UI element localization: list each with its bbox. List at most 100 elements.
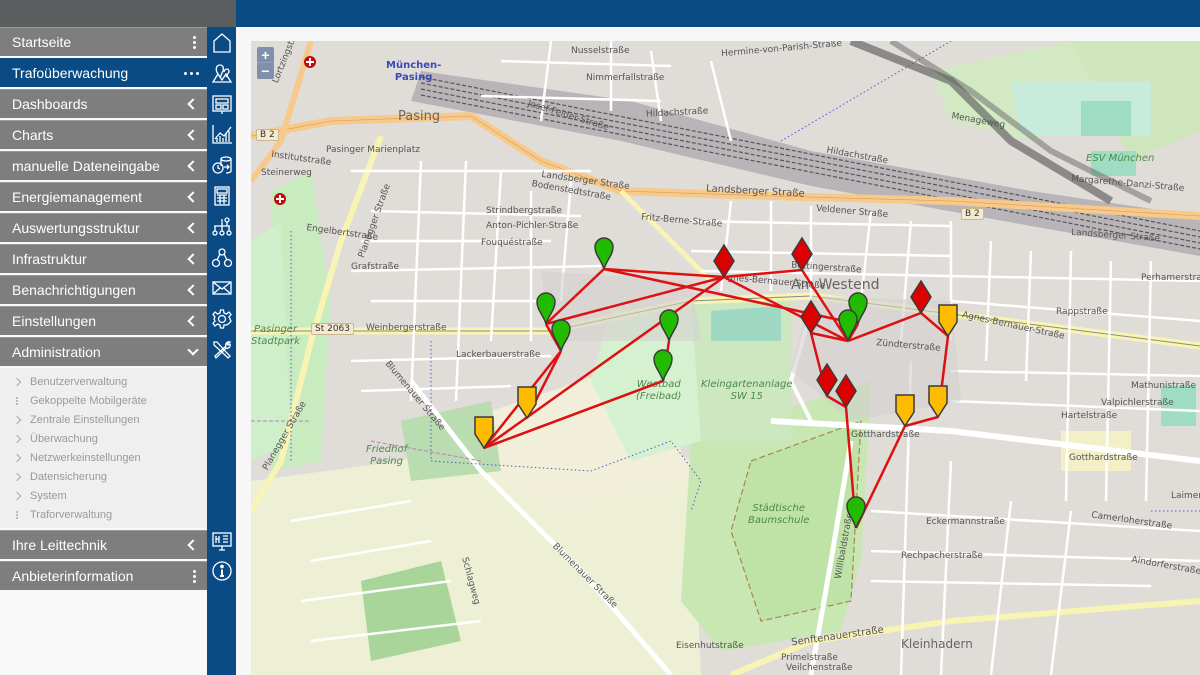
transformer-marker-alarm[interactable] — [713, 243, 735, 279]
submenu-item-label: Gekoppelte Mobilgeräte — [30, 394, 147, 407]
sidebar-item-label: Auswertungsstruktur — [12, 220, 140, 236]
feeder-line — [483, 275, 725, 450]
home-icon[interactable] — [209, 30, 234, 55]
warning-shield-icon[interactable] — [895, 394, 915, 428]
submenu-item-system[interactable]: System — [0, 486, 207, 505]
chevron-right-icon — [12, 472, 30, 481]
chevron-left-icon — [187, 121, 199, 149]
network-icon[interactable] — [209, 245, 234, 270]
sidebar-item-administration[interactable]: Administration — [0, 337, 207, 366]
map-pin-icon[interactable] — [551, 319, 571, 352]
transformer-marker-alarm[interactable] — [910, 279, 932, 315]
transformer-marker-ok[interactable] — [653, 349, 673, 382]
administration-submenu: Benutzerverwaltung Gekoppelte Mobilgerät… — [0, 368, 207, 528]
sidebar-item-einstellungen[interactable]: Einstellungen — [0, 306, 207, 335]
chevron-left-icon — [187, 214, 199, 242]
submenu-item-datensicherung[interactable]: Datensicherung — [0, 467, 207, 486]
chevron-right-icon — [12, 434, 30, 443]
sidebar-item-dashboards[interactable]: Dashboards — [0, 89, 207, 118]
sidebar-item-label: Administration — [12, 344, 101, 360]
sidebar-item-auswertungsstruktur[interactable]: Auswertungsstruktur — [0, 213, 207, 242]
dashboard-icon[interactable] — [209, 91, 234, 116]
submenu-item-label: Zentrale Einstellungen — [30, 413, 140, 426]
submenu-item-zentrale-einstellungen[interactable]: Zentrale Einstellungen — [0, 410, 207, 429]
chevron-left-icon — [187, 90, 199, 118]
network-overlay — [474, 236, 958, 529]
feeder-line — [545, 275, 725, 326]
feeder-line — [723, 268, 803, 279]
chevron-down-icon — [187, 338, 199, 366]
sidebar-item-label: manuelle Dateneingabe — [12, 158, 160, 174]
chevron-right-icon — [12, 453, 30, 462]
map-pin-icon[interactable] — [846, 496, 866, 529]
calculator-icon[interactable] — [209, 183, 234, 208]
sidebar-item-anbieterinformation[interactable]: Anbieterinformation — [0, 561, 207, 590]
sidebar-item-label: Dashboards — [12, 96, 88, 112]
sidebar-item-infrastruktur[interactable]: Infrastruktur — [0, 244, 207, 273]
sidebar-item-label: Trafoüberwachung — [12, 65, 129, 81]
map-icon[interactable] — [209, 60, 234, 85]
warning-shield-icon[interactable] — [928, 385, 948, 419]
sidebar-item-label: Einstellungen — [12, 313, 97, 329]
chevron-right-icon — [12, 377, 30, 386]
topbar-left — [0, 0, 207, 27]
alarm-diamond-icon[interactable] — [791, 236, 813, 272]
kebab-icon[interactable] — [193, 562, 199, 590]
sidebar-item-label: Benachrichtigungen — [12, 282, 136, 298]
sidebar-item-label: Infrastruktur — [12, 251, 87, 267]
hierarchy-icon[interactable] — [209, 214, 234, 239]
transformer-marker-alarm[interactable] — [800, 299, 822, 335]
sidebar-item-label: Ihre Leittechnik — [12, 537, 107, 553]
transformer-marker-warning[interactable] — [895, 394, 915, 428]
kebab-icon[interactable] — [193, 28, 199, 56]
transformer-marker-ok[interactable] — [594, 237, 614, 270]
submenu-item-label: Traforverwaltung — [30, 508, 113, 521]
data-entry-icon[interactable] — [209, 152, 234, 177]
submenu-item-benutzerverwaltung[interactable]: Benutzerverwaltung — [0, 372, 207, 391]
more-horizontal-icon[interactable] — [184, 59, 199, 87]
gear-icon[interactable] — [209, 306, 234, 331]
chevron-left-icon — [187, 245, 199, 273]
sidebar-item-charts[interactable]: Charts — [0, 120, 207, 149]
map-view[interactable]: + − München- Pasing Pasing Am Westend Kl… — [251, 41, 1200, 675]
transformer-marker-ok[interactable] — [659, 309, 679, 342]
submenu-item-gekoppelte-mobilgeraete[interactable]: Gekoppelte Mobilgeräte — [0, 391, 207, 410]
feeder-line — [723, 275, 849, 343]
chevron-left-icon — [187, 183, 199, 211]
map-pin-icon[interactable] — [659, 309, 679, 342]
transformer-marker-ok[interactable] — [551, 319, 571, 352]
submenu-item-label: Datensicherung — [30, 470, 108, 483]
chart-icon[interactable] — [209, 121, 234, 146]
sidebar-item-manuelle-dateneingabe[interactable]: manuelle Dateneingabe — [0, 151, 207, 180]
app-header — [236, 0, 1200, 27]
sidebar-item-trafoueberwachung[interactable]: Trafoüberwachung — [0, 58, 207, 87]
zoom-in-button[interactable]: + — [257, 47, 274, 63]
mail-icon[interactable] — [209, 275, 234, 300]
topbar-strip — [207, 0, 236, 27]
sidebar: Startseite Trafoüberwachung Dashboards C… — [0, 27, 207, 675]
sidebar-item-ihre-leittechnik[interactable]: Ihre Leittechnik — [0, 530, 207, 559]
control-system-icon[interactable] — [209, 528, 234, 553]
map-pin-icon[interactable] — [594, 237, 614, 270]
map-pin-icon[interactable] — [653, 349, 673, 382]
submenu-item-netzwerkeinstellungen[interactable]: Netzwerkeinstellungen — [0, 448, 207, 467]
sidebar-item-benachrichtigungen[interactable]: Benachrichtigungen — [0, 275, 207, 304]
submenu-item-traforverwaltung[interactable]: Traforverwaltung — [0, 505, 207, 524]
chevron-right-icon — [12, 491, 30, 500]
transformer-marker-ok[interactable] — [846, 496, 866, 529]
transformer-marker-alarm[interactable] — [791, 236, 813, 272]
sidebar-item-energiemanagement[interactable]: Energiemanagement — [0, 182, 207, 211]
sidebar-item-label: Energiemanagement — [12, 189, 142, 205]
alarm-diamond-icon[interactable] — [713, 243, 735, 279]
chevron-left-icon — [187, 307, 199, 335]
zoom-out-button[interactable]: − — [257, 63, 274, 79]
info-icon[interactable] — [209, 558, 234, 583]
tools-icon[interactable] — [209, 337, 234, 362]
transformer-marker-warning[interactable] — [928, 385, 948, 419]
submenu-item-ueberwachung[interactable]: Überwachung — [0, 429, 207, 448]
alarm-diamond-icon[interactable] — [800, 299, 822, 335]
alarm-diamond-icon[interactable] — [910, 279, 932, 315]
chevron-right-icon — [12, 415, 30, 424]
sidebar-item-startseite[interactable]: Startseite — [0, 27, 207, 56]
icon-bar — [207, 27, 236, 675]
